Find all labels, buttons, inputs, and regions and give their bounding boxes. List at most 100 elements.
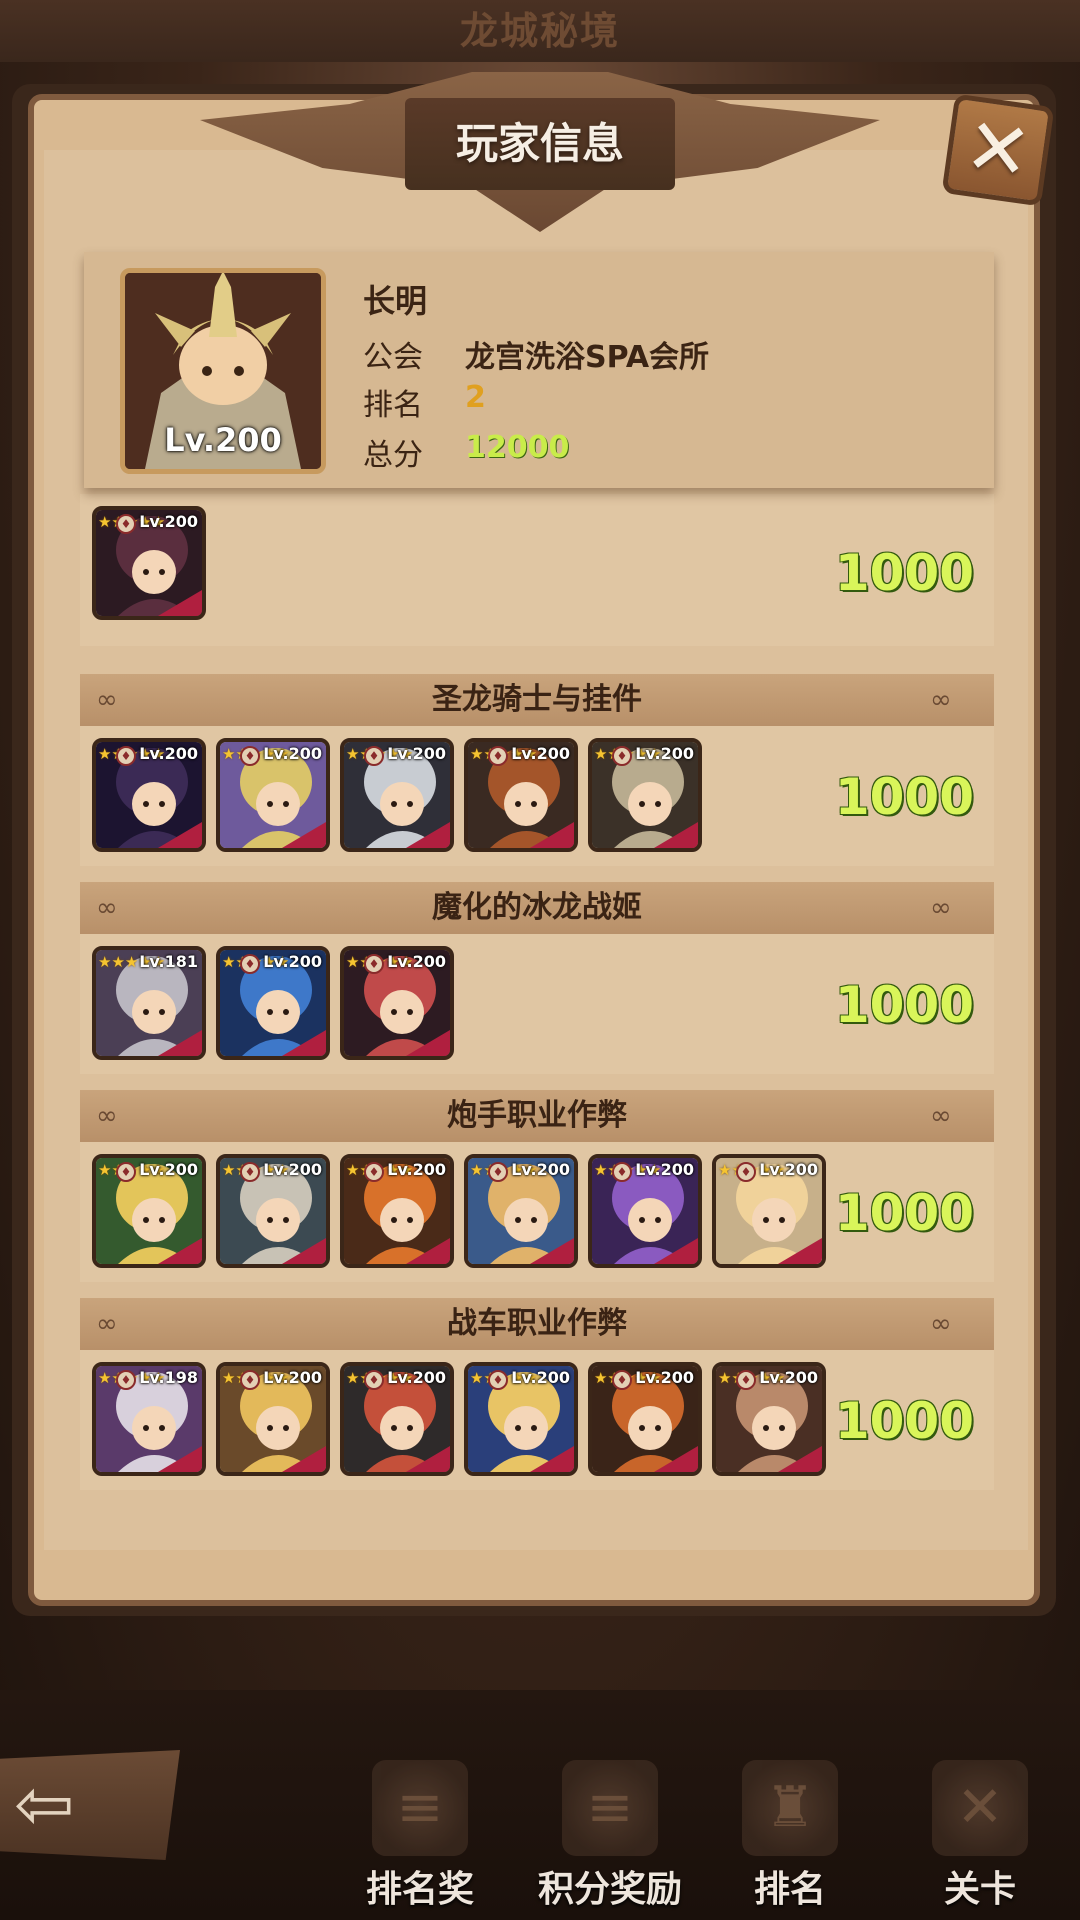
star-rating-icon: ★★★★★ [98,1370,165,1387]
team-list[interactable]: 1000 ∞ ∞ 圣龙骑士与挂件 1000 ∞ ∞ 魔化的冰龙战姬 1000 ∞… [80,490,994,1490]
star-rating-icon: ★★★★★ [594,746,661,763]
hero-portrait[interactable]: ★★★★★Lv.181 [92,946,206,1060]
hero-level: Lv.200 [263,744,322,763]
scroll-icon: ≡ [372,1760,468,1856]
class-badge-icon: ♦ [364,954,384,974]
star-rating-icon: ★★★★★ [470,1370,537,1387]
star-rating-icon: ★★★★★ [98,514,165,531]
stage-icon: ✕ [932,1760,1028,1856]
class-badge-icon: ♦ [612,1162,632,1182]
class-badge-icon: ♦ [240,746,260,766]
hero-portrait[interactable]: ★★★★★♦Lv.200 [92,738,206,852]
class-badge-icon: ♦ [116,514,136,534]
avatar-level: Lv.200 [164,421,282,459]
hero-portrait[interactable]: ★★★★★♦Lv.198 [92,1362,206,1476]
rank-value: 2 [465,380,486,415]
hero-level: Lv.200 [139,1160,198,1179]
guild-label: 公会 [363,340,423,375]
hero-portrait[interactable]: ★★★★★♦Lv.200 [712,1154,826,1268]
class-badge-icon: ♦ [612,1370,632,1390]
player-name: 长明 [363,282,428,320]
nav-label: 积分奖励 [537,1869,682,1910]
star-rating-icon: ★★★★★ [222,954,289,971]
hero-level: Lv.200 [387,1160,446,1179]
class-badge-icon: ♦ [240,1370,260,1390]
star-rating-icon: ★★★★★ [346,746,413,763]
hero-level: Lv.200 [387,952,446,971]
hero-portrait[interactable]: ★★★★★♦Lv.200 [588,738,702,852]
dialog-title: 玩家信息 [455,119,624,168]
class-badge-icon: ♦ [116,1370,136,1390]
team-score: 1000 [834,768,974,826]
total-score: 12000 [465,430,570,465]
hero-portrait[interactable]: ★★★★★♦Lv.200 [340,946,454,1060]
star-rating-icon: ★★★★★ [470,1162,537,1179]
hero-portrait[interactable]: ★★★★★♦Lv.200 [464,1362,578,1476]
hero-portrait[interactable]: ★★★★★♦Lv.200 [464,1154,578,1268]
star-rating-icon: ★★★★★ [98,1162,165,1179]
score-label: 总分 [363,438,423,473]
star-rating-icon: ★★★★★ [718,1370,785,1387]
hero-level: Lv.200 [635,1368,694,1387]
team-title: 圣龙骑士与挂件 [432,682,642,717]
hero-portrait[interactable]: ★★★★★♦Lv.200 [464,738,578,852]
back-arrow-icon: ⇦ [14,1762,75,1846]
hero-portrait[interactable]: ★★★★★♦Lv.200 [340,1362,454,1476]
hero-level: Lv.200 [759,1368,818,1387]
guild-name: 龙宫洗浴SPA会所 [465,340,710,375]
team-title: 战车职业作弊 [447,1306,627,1341]
hero-level: Lv.198 [139,1368,198,1387]
hero-level: Lv.200 [139,744,198,763]
hero-level: Lv.200 [263,952,322,971]
hero-level: Lv.200 [511,1368,570,1387]
star-rating-icon: ★★★★★ [222,1370,289,1387]
nav-rank-reward[interactable]: ≡ 排名奖 [340,1760,500,1910]
star-rating-icon: ★★★★★ [470,746,537,763]
hero-portrait[interactable]: ★★★★★♦Lv.200 [92,1154,206,1268]
star-rating-icon: ★★★★★ [98,954,165,971]
class-badge-icon: ♦ [736,1162,756,1182]
hero-level: Lv.200 [263,1160,322,1179]
star-rating-icon: ★★★★★ [222,746,289,763]
hero-portrait[interactable]: ★★★★★♦Lv.200 [216,946,330,1060]
hero-portrait[interactable]: ★★★★★♦Lv.200 [588,1362,702,1476]
hero-portrait[interactable]: ★★★★★♦Lv.200 [92,506,206,620]
hero-level: Lv.200 [387,1368,446,1387]
nav-label: 排名奖 [365,1869,474,1910]
hero-level: Lv.200 [759,1160,818,1179]
star-rating-icon: ★★★★★ [718,1162,785,1179]
hero-portrait[interactable]: ★★★★★♦Lv.200 [712,1362,826,1476]
class-badge-icon: ♦ [488,1370,508,1390]
hero-portrait[interactable]: ★★★★★♦Lv.200 [340,1154,454,1268]
star-rating-icon: ★★★★★ [346,1162,413,1179]
hero-level: Lv.200 [263,1368,322,1387]
rank-label: 排名 [363,388,423,423]
team-score: 1000 [834,976,974,1034]
hero-portrait[interactable]: ★★★★★♦Lv.200 [216,1154,330,1268]
star-rating-icon: ★★★★★ [594,1162,661,1179]
hero-level: Lv.200 [511,1160,570,1179]
hero-level: Lv.181 [139,952,198,971]
nav-ranking[interactable]: ♜ 排名 [710,1760,870,1910]
player-avatar[interactable]: Lv.200 [120,268,326,474]
class-badge-icon: ♦ [364,1370,384,1390]
team-row: 1000 [80,494,994,646]
hero-portrait[interactable]: ★★★★★♦Lv.200 [216,738,330,852]
hero-portrait[interactable]: ★★★★★♦Lv.200 [216,1362,330,1476]
nav-score-reward[interactable]: ≡ 积分奖励 [530,1760,690,1910]
class-badge-icon: ♦ [364,746,384,766]
class-badge-icon: ♦ [240,954,260,974]
star-rating-icon: ★★★★★ [346,1370,413,1387]
class-badge-icon: ♦ [612,746,632,766]
trophy-icon: ♜ [742,1760,838,1856]
hero-level: Lv.200 [139,512,198,531]
class-badge-icon: ♦ [364,1162,384,1182]
team-score: 1000 [834,544,974,602]
nav-stage[interactable]: ✕ 关卡 [900,1760,1060,1910]
class-badge-icon: ♦ [488,1162,508,1182]
hero-portrait[interactable]: ★★★★★♦Lv.200 [340,738,454,852]
team-title: 魔化的冰龙战姬 [432,890,642,925]
hero-level: Lv.200 [635,744,694,763]
hero-portrait[interactable]: ★★★★★♦Lv.200 [588,1154,702,1268]
background-title: 龙城秘境 [0,0,1080,62]
